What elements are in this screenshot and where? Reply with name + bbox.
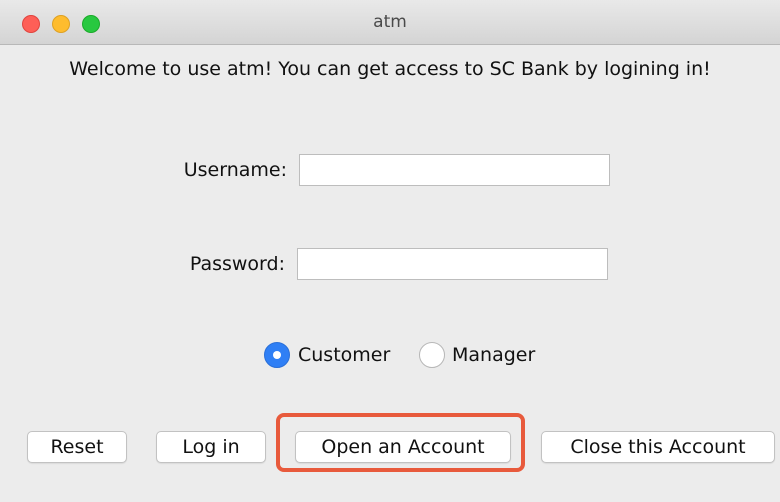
customer-radio-label[interactable]: Customer xyxy=(298,342,390,368)
username-field[interactable] xyxy=(299,154,610,186)
welcome-message: Welcome to use atm! You can get access t… xyxy=(69,58,711,80)
password-label: Password: xyxy=(189,253,285,275)
close-account-button[interactable]: Close this Account xyxy=(541,431,775,463)
reset-button[interactable]: Reset xyxy=(27,431,127,463)
username-label: Username: xyxy=(183,159,287,181)
manager-radio-label[interactable]: Manager xyxy=(452,342,535,368)
manager-radio[interactable] xyxy=(419,342,445,368)
window-title: atm xyxy=(373,12,407,32)
title-bar: atm xyxy=(0,0,780,45)
login-button[interactable]: Log in xyxy=(156,431,266,463)
highlight-box xyxy=(276,413,525,472)
customer-radio[interactable] xyxy=(264,342,290,368)
password-field[interactable] xyxy=(297,248,608,280)
